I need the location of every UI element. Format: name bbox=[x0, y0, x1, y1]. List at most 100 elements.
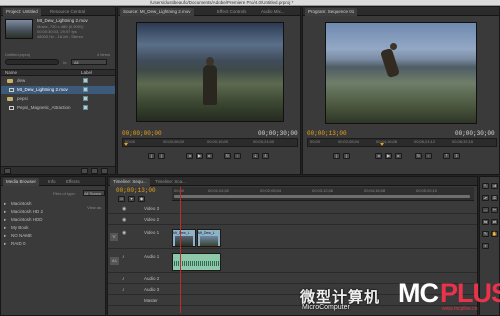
video-track-2: ◉ Video 2 bbox=[108, 216, 477, 225]
overlay-icon[interactable]: ⇩ bbox=[262, 153, 269, 159]
loop-icon[interactable]: ↻ bbox=[224, 153, 231, 159]
list-item[interactable]: ▸ My Book bbox=[1, 224, 51, 232]
step-forward-icon[interactable]: ▸ bbox=[395, 153, 402, 159]
expand-arrow-icon: ▸ bbox=[4, 201, 7, 206]
rolling-edit-tool-icon[interactable]: ⧖ bbox=[491, 195, 498, 201]
tab-info[interactable]: Info bbox=[45, 178, 59, 186]
col-name[interactable]: Name bbox=[5, 70, 17, 76]
in-select[interactable]: All bbox=[71, 59, 107, 65]
mark-out-icon[interactable]: } bbox=[343, 153, 350, 159]
list-item[interactable]: dew bbox=[1, 77, 115, 85]
list-item[interactable]: pepsi bbox=[1, 95, 115, 103]
tab-effects[interactable]: Effects bbox=[63, 178, 83, 186]
eye-icon[interactable]: ◉ bbox=[122, 217, 126, 223]
trash-icon[interactable] bbox=[101, 168, 108, 174]
list-item[interactable]: ▸ NO NAME bbox=[1, 232, 51, 240]
in-select-value: All bbox=[74, 60, 79, 65]
timeline-playhead[interactable] bbox=[180, 187, 181, 313]
timeline-timecode[interactable]: 00;00;13;00 bbox=[116, 187, 156, 194]
list-item[interactable]: ▸ RAID 0 bbox=[1, 240, 51, 248]
col-label[interactable]: Label bbox=[81, 70, 92, 76]
mark-in-icon[interactable]: { bbox=[148, 153, 155, 159]
selection-tool-icon[interactable]: ↖ bbox=[482, 183, 489, 189]
track-target-flag[interactable]: V bbox=[110, 233, 118, 241]
files-of-type-value: All Suppo bbox=[84, 191, 102, 196]
program-time-ruler[interactable]: 00;00 00;02;08;04 00;04;16;08 00;06;24;1… bbox=[307, 138, 497, 147]
lift-icon[interactable]: ⇡ bbox=[443, 153, 450, 159]
list-item[interactable]: ▸ Macintosh HDD bbox=[1, 216, 51, 224]
list-item[interactable]: Mt_Dew_Lightning 2.mov bbox=[1, 86, 115, 94]
track-target-flag[interactable]: A1 bbox=[110, 257, 119, 265]
list-view-icon[interactable] bbox=[4, 168, 11, 174]
tab-source[interactable]: Source: Mt_Dew_Lightning 2.mov bbox=[120, 8, 194, 16]
ruler-label: 00;00 bbox=[174, 188, 185, 193]
clip-name: Mt_Dew_Lightning 2.mov bbox=[37, 18, 88, 23]
hand-tool-icon[interactable]: ✋ bbox=[491, 231, 498, 237]
tab-project[interactable]: Project: Untitled bbox=[3, 8, 41, 16]
mark-in-icon[interactable]: { bbox=[333, 153, 340, 159]
track-select-tool-icon[interactable]: ⇉ bbox=[491, 183, 498, 189]
ripple-edit-tool-icon[interactable]: ⟛ bbox=[482, 195, 489, 201]
tab-timeline-2[interactable]: Timeline: Sca... bbox=[152, 178, 189, 186]
clip-label: Mt_Dew_L bbox=[173, 231, 190, 235]
insert-icon[interactable]: ⇣ bbox=[252, 153, 259, 159]
speaker-icon[interactable]: ♪ bbox=[122, 287, 125, 293]
tab-resource-central[interactable]: Resource Central bbox=[47, 8, 88, 16]
mark-out-icon[interactable]: } bbox=[158, 153, 165, 159]
play-icon[interactable]: ▶ bbox=[385, 153, 392, 159]
program-timecode[interactable]: 00;00;13;00 bbox=[307, 130, 347, 137]
video-clip[interactable]: Mt_Dew_L bbox=[197, 229, 221, 247]
new-bin-icon[interactable] bbox=[81, 168, 88, 174]
safe-margins-icon[interactable]: ▫ bbox=[425, 153, 432, 159]
timeline-tabbar: Timeline: Sequ... Timeline: Sca... bbox=[108, 177, 477, 186]
eye-icon[interactable]: ◉ bbox=[122, 230, 126, 236]
razor-tool-icon[interactable]: ✂ bbox=[491, 207, 498, 213]
step-back-icon[interactable]: ◂ bbox=[375, 153, 382, 159]
slide-tool-icon[interactable]: ⇄ bbox=[491, 219, 498, 225]
marker-icon[interactable]: ▾ bbox=[128, 196, 135, 202]
clip-thumb bbox=[175, 236, 193, 246]
step-forward-icon[interactable]: ▸ bbox=[206, 153, 213, 159]
tab-timeline-1[interactable]: Timeline: Sequ... bbox=[110, 178, 150, 186]
loop-icon[interactable]: ↻ bbox=[415, 153, 422, 159]
track-label: Audio 1 bbox=[144, 254, 160, 259]
step-back-icon[interactable]: ◂ bbox=[186, 153, 193, 159]
project-search-input[interactable] bbox=[5, 59, 59, 65]
source-time-ruler[interactable]: 00;00 00;00;08;00 00;00;16;00 00;00;24;0… bbox=[122, 138, 298, 147]
zoom-tool-icon[interactable]: ⌕ bbox=[482, 243, 489, 249]
slip-tool-icon[interactable]: ⇆ bbox=[482, 219, 489, 225]
extract-icon[interactable]: ⇧ bbox=[453, 153, 460, 159]
tab-program[interactable]: Program: Sequence 01 bbox=[305, 8, 358, 16]
speaker-icon[interactable]: ♪ bbox=[122, 276, 125, 282]
files-of-type-select[interactable]: All Suppo bbox=[83, 190, 105, 196]
speaker-icon[interactable]: ♪ bbox=[122, 254, 125, 260]
new-item-icon[interactable] bbox=[91, 168, 98, 174]
list-item-label: My Book bbox=[11, 225, 29, 230]
tab-audio-mixer[interactable]: Audio Mix... bbox=[258, 8, 288, 16]
play-icon[interactable]: ▶ bbox=[196, 153, 203, 159]
media-browser-panel: Media Browser Info Effects Files of type… bbox=[0, 176, 106, 316]
list-item[interactable]: Pepsi_Magnetic_Attraction bbox=[1, 104, 115, 112]
list-item-label: dew bbox=[17, 78, 26, 83]
source-timecode-in[interactable]: 00;00;00;00 bbox=[122, 130, 162, 137]
tab-effect-controls[interactable]: Effect Controls bbox=[214, 8, 249, 16]
video-clip[interactable]: Mt_Dew_L bbox=[172, 229, 196, 247]
work-area-bar[interactable] bbox=[174, 195, 470, 198]
pen-tool-icon[interactable]: ✎ bbox=[482, 231, 489, 237]
list-item[interactable]: ▸ Macintosh HD 2 bbox=[1, 208, 51, 216]
tab-media-browser[interactable]: Media Browser bbox=[3, 178, 40, 186]
keyframe-icon[interactable]: ◆ bbox=[138, 196, 145, 202]
eye-icon[interactable]: ◉ bbox=[122, 206, 126, 212]
program-playhead-marker[interactable] bbox=[380, 143, 384, 146]
track-label: Audio 3 bbox=[144, 287, 160, 292]
label-swatch bbox=[83, 96, 88, 101]
source-playhead-marker[interactable] bbox=[124, 143, 128, 146]
snap-icon[interactable]: ⊃ bbox=[118, 196, 125, 202]
rate-stretch-tool-icon[interactable]: ↔ bbox=[482, 207, 489, 213]
video-track-1: V ◉ Video 1 Mt_Dew_L Mt_Dew_L bbox=[108, 227, 477, 249]
ruler-label: 00;00 bbox=[310, 139, 321, 144]
safe-margins-icon[interactable]: ▫ bbox=[234, 153, 241, 159]
timeline-ruler[interactable]: 00;00 00;01;04;02 00;02;08;04 00;03;12;0… bbox=[172, 187, 474, 201]
list-item[interactable]: ▸ Macintosh bbox=[1, 200, 51, 208]
clip-info-3: 48000 Hz - 16-bit - Stereo bbox=[37, 34, 84, 39]
